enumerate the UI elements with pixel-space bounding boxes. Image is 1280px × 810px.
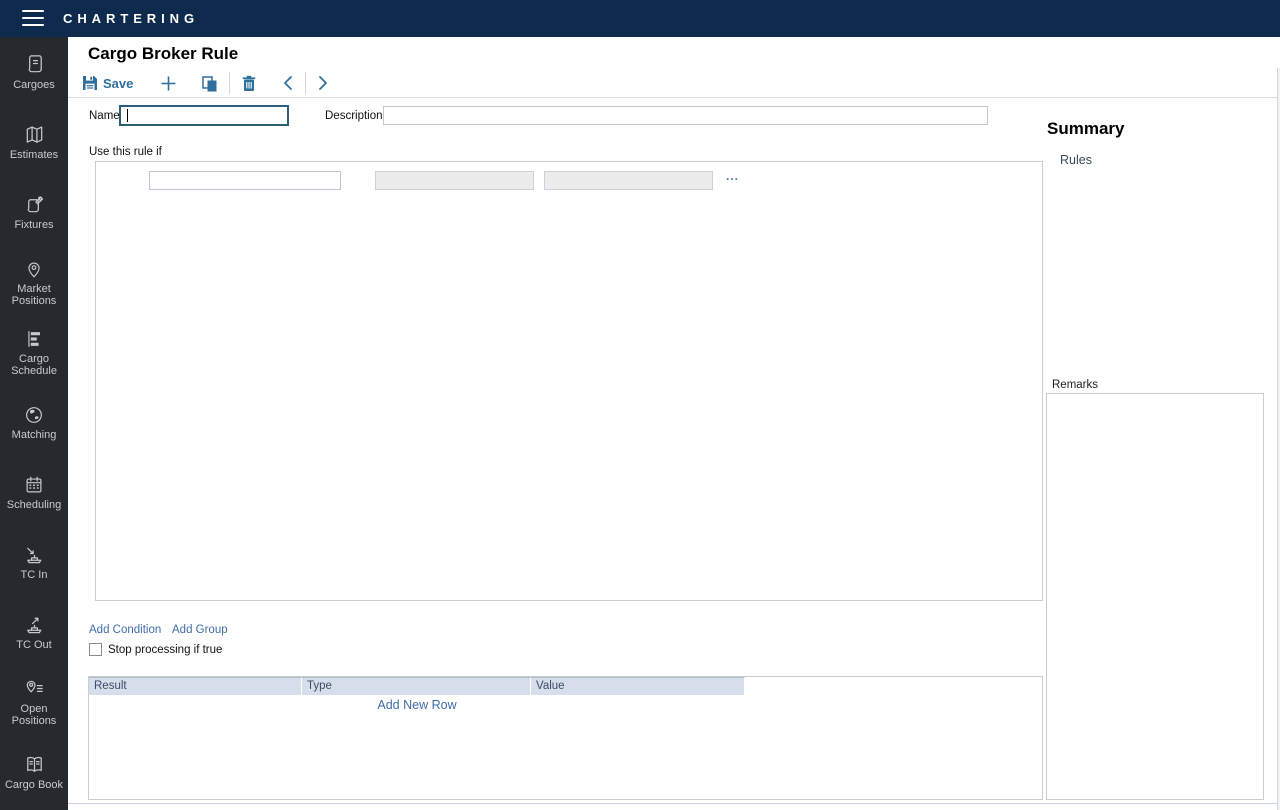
next-record-button[interactable] xyxy=(317,75,329,91)
sidebar-item-label: Estimates xyxy=(10,149,58,161)
add-group-link[interactable]: Add Group xyxy=(172,624,228,636)
condition-value-input[interactable] xyxy=(544,171,713,190)
toolbar-separator xyxy=(305,72,306,94)
sidebar-item-cargoes[interactable]: Cargoes xyxy=(0,37,68,107)
sidebar-item-matching[interactable]: Matching xyxy=(0,387,68,457)
remarks-textarea[interactable] xyxy=(1046,393,1264,800)
copy-icon xyxy=(201,75,218,92)
column-header-value: Value xyxy=(531,677,745,695)
sidebar-item-cargo-schedule[interactable]: Cargo Schedule xyxy=(0,317,68,387)
column-header-type: Type xyxy=(302,677,531,695)
sidebar-item-tc-out[interactable]: TC Out xyxy=(0,597,68,667)
stop-processing-row: Stop processing if true xyxy=(89,643,222,656)
sidebar-item-label: Fixtures xyxy=(14,219,53,231)
rules-label: Rules xyxy=(1060,153,1092,167)
stop-processing-label: Stop processing if true xyxy=(108,644,222,656)
top-navigation-bar: CHARTERING xyxy=(0,0,1280,37)
calendar-icon xyxy=(23,474,45,496)
sidebar-item-label: Open Positions xyxy=(2,703,66,727)
add-new-row-link[interactable]: Add New Row xyxy=(377,698,456,712)
rule-section-label: Use this rule if xyxy=(89,146,162,158)
ship-in-icon xyxy=(23,543,46,566)
sidebar-item-label: Market Positions xyxy=(2,283,66,307)
app-title: CHARTERING xyxy=(63,0,199,37)
sidebar-item-label: Matching xyxy=(12,429,57,441)
stop-processing-checkbox[interactable] xyxy=(89,643,102,656)
page-title: Cargo Broker Rule xyxy=(88,44,238,64)
save-icon xyxy=(82,75,98,91)
bottom-divider xyxy=(68,803,1277,804)
sidebar-item-label: TC Out xyxy=(16,639,51,651)
summary-title: Summary xyxy=(1047,119,1124,139)
description-label: Description xyxy=(325,110,380,122)
chevron-right-icon xyxy=(317,75,329,91)
sidebar-item-label: Scheduling xyxy=(7,499,61,511)
sidebar-item-label: Cargo Schedule xyxy=(2,353,66,377)
hamburger-icon[interactable] xyxy=(22,10,44,26)
sidebar-item-scheduling[interactable]: Scheduling xyxy=(0,457,68,527)
add-condition-link[interactable]: Add Condition xyxy=(89,624,161,636)
rule-conditions-panel: ... xyxy=(95,161,1043,601)
globe-icon xyxy=(23,404,45,426)
save-button[interactable]: Save xyxy=(82,75,133,91)
column-header-result: Result xyxy=(89,677,302,695)
add-new-row-container: Add New Row xyxy=(89,698,745,712)
sidebar-item-cargo-book[interactable]: Cargo Book xyxy=(0,737,68,807)
scroll-pen-icon xyxy=(23,193,46,216)
sidebar-item-open-positions[interactable]: Open Positions xyxy=(0,667,68,737)
app-window: CHARTERING Cargoes Estimates Fixtures xyxy=(0,0,1280,810)
chevron-left-icon xyxy=(282,75,294,91)
previous-record-button[interactable] xyxy=(282,75,294,91)
toolbar-separator xyxy=(229,72,230,94)
open-book-icon xyxy=(23,753,46,776)
condition-more-button[interactable]: ... xyxy=(726,169,739,183)
condition-operator-input[interactable] xyxy=(375,171,534,190)
sidebar-item-label: Cargo Book xyxy=(5,779,63,791)
add-button[interactable] xyxy=(160,75,177,92)
save-button-label: Save xyxy=(103,76,133,91)
ship-out-icon xyxy=(23,613,46,636)
location-pin-icon xyxy=(23,258,45,280)
remarks-label: Remarks xyxy=(1052,379,1098,391)
delete-button[interactable] xyxy=(241,75,257,92)
trash-icon xyxy=(241,75,257,92)
scroll-icon xyxy=(23,53,46,76)
text-caret xyxy=(127,109,128,122)
pin-list-icon xyxy=(23,677,46,700)
result-table-header: Result Type Value xyxy=(89,677,745,695)
toolbar-divider xyxy=(68,97,1277,98)
sidebar-item-label: Cargoes xyxy=(13,79,55,91)
sidebar: Cargoes Estimates Fixtures Market Positi… xyxy=(0,37,68,810)
toolbar: Save xyxy=(82,69,329,97)
sidebar-item-market-positions[interactable]: Market Positions xyxy=(0,247,68,317)
copy-button[interactable] xyxy=(201,75,218,92)
add-icon xyxy=(160,75,177,92)
sidebar-item-fixtures[interactable]: Fixtures xyxy=(0,177,68,247)
sidebar-item-estimates[interactable]: Estimates xyxy=(0,107,68,177)
sidebar-item-tc-in[interactable]: TC In xyxy=(0,527,68,597)
description-input[interactable] xyxy=(383,106,988,125)
sidebar-item-label: TC In xyxy=(21,569,48,581)
result-table: Result Type Value Add New Row xyxy=(88,676,1043,800)
condition-field-input[interactable] xyxy=(149,171,341,190)
name-input[interactable] xyxy=(119,105,289,126)
gantt-icon xyxy=(23,328,45,350)
map-icon xyxy=(23,123,46,146)
name-label: Name xyxy=(89,110,120,122)
